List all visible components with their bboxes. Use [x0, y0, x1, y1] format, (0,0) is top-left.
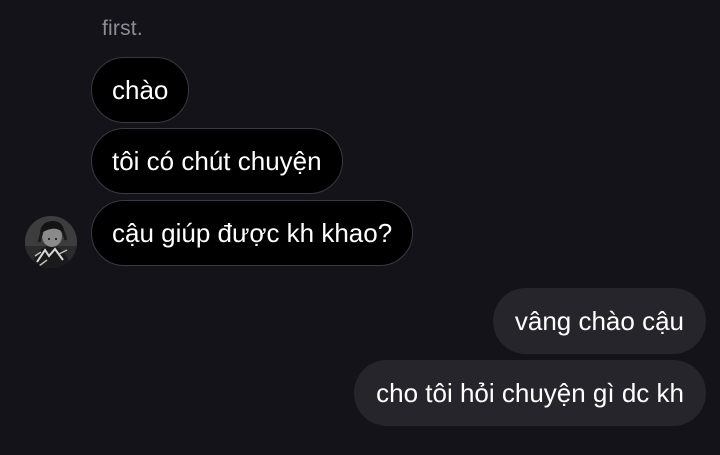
message-text: tôi có chút chuyện	[112, 146, 322, 176]
message-text: cho tôi hỏi chuyện gì dc kh	[376, 378, 684, 408]
message-text: chào	[112, 75, 169, 105]
incoming-message-bubble[interactable]: chào	[91, 57, 190, 123]
message-text: cậu giúp được kh khao?	[112, 218, 393, 248]
outgoing-message-bubble[interactable]: cho tôi hỏi chuyện gì dc kh	[354, 360, 706, 426]
sender-name: first.	[102, 17, 143, 40]
sender-avatar[interactable]	[25, 216, 77, 268]
message-text: vâng chào cậu	[514, 306, 684, 336]
incoming-message-bubble[interactable]: tôi có chút chuyện	[91, 128, 343, 194]
incoming-message-bubble[interactable]: cậu giúp được kh khao?	[91, 200, 414, 266]
outgoing-message-bubble[interactable]: vâng chào cậu	[492, 288, 706, 354]
avatar-image-icon	[25, 216, 77, 268]
